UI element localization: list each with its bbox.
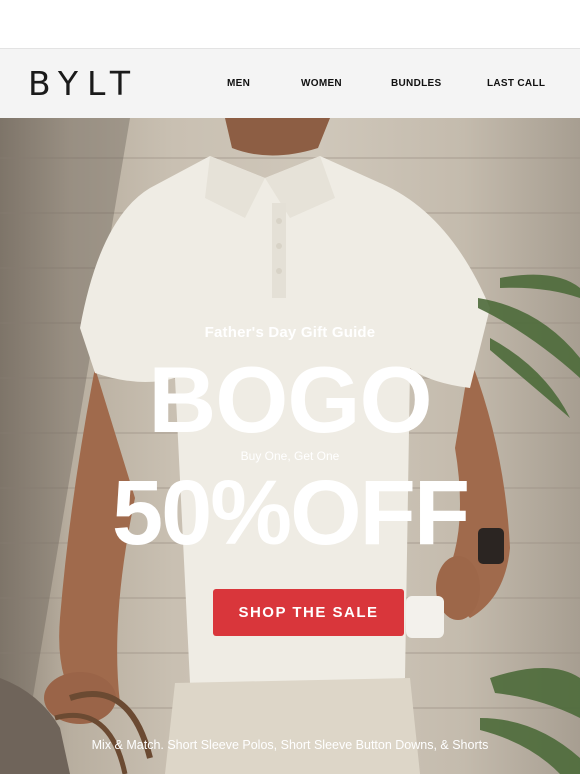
- hero-eyebrow: Father's Day Gift Guide: [204, 324, 376, 341]
- hero-banner[interactable]: Father's Day Gift Guide BOGO Buy One, Ge…: [0, 118, 580, 774]
- hero-headline-subtext: Buy One, Get One: [240, 449, 340, 463]
- top-spacer: [0, 0, 580, 48]
- nav-link-men[interactable]: MEN: [227, 78, 250, 89]
- nav-link-bundles[interactable]: BUNDLES: [391, 78, 441, 89]
- shop-the-sale-button[interactable]: SHOP THE SALE: [213, 589, 404, 636]
- hero-footnote: Mix & Match. Short Sleeve Polos, Short S…: [91, 738, 489, 752]
- hero-headline: BOGO: [148, 347, 432, 452]
- nav-link-last-call[interactable]: LAST CALL: [487, 78, 545, 89]
- nav-link-women[interactable]: WOMEN: [301, 78, 342, 89]
- brand-logo[interactable]: BYLT: [28, 65, 139, 103]
- header-nav-bar: BYLT MEN WOMEN BUNDLES LAST CALL: [0, 48, 580, 118]
- hero-discount: 50%OFF: [111, 462, 470, 564]
